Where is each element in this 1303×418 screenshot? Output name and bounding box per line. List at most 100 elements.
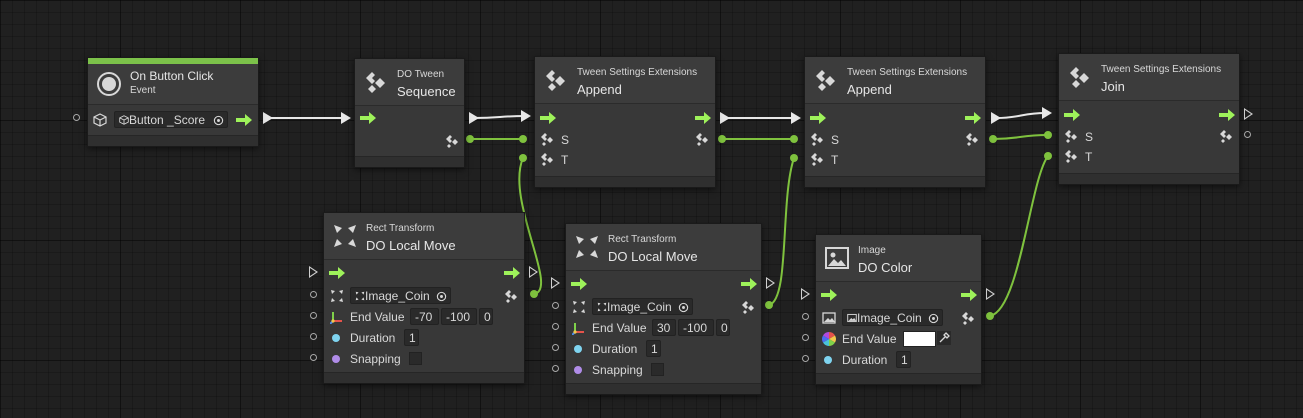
flow-in-arrow-icon[interactable] <box>821 289 837 301</box>
object-picker-icon[interactable] <box>436 291 447 302</box>
node-footer <box>324 372 524 383</box>
node-on-button-click[interactable]: On Button Click Event Button _Score <box>87 57 259 147</box>
input-port[interactable] <box>552 323 559 330</box>
eyedropper-icon[interactable] <box>937 331 951 345</box>
end-value-z[interactable]: 0 <box>716 319 730 336</box>
node-title: DO Local Move <box>608 249 698 264</box>
duration-field[interactable]: 1 <box>646 340 661 357</box>
end-value-x[interactable]: 30 <box>652 319 676 336</box>
input-port[interactable] <box>310 312 317 319</box>
node-append-2[interactable]: Tween Settings Extensions Append S T <box>804 56 986 188</box>
tween-input-icon[interactable] <box>1064 149 1078 163</box>
duration-label: Duration <box>842 353 888 367</box>
node-do-tween-sequence[interactable]: DO Tween Sequence <box>354 58 465 168</box>
input-port[interactable] <box>310 291 317 298</box>
node-footer <box>535 176 715 187</box>
flow-in-port[interactable] <box>801 288 810 300</box>
node-do-local-move-2[interactable]: Rect Transform DO Local Move Image_Coin … <box>565 223 762 395</box>
tween-input-icon[interactable] <box>540 132 554 146</box>
input-port[interactable] <box>802 313 809 320</box>
end-value-y[interactable]: -100 <box>441 308 477 325</box>
port-label-s: S <box>561 133 570 147</box>
flow-in-arrow-icon[interactable] <box>540 112 556 124</box>
snapping-label: Snapping <box>592 363 643 377</box>
tween-output-icon[interactable] <box>504 289 518 303</box>
port-label-t: T <box>1085 150 1093 164</box>
tween-output-icon[interactable] <box>445 134 459 148</box>
node-footer <box>1059 173 1239 184</box>
node-title: Append <box>847 82 892 97</box>
tween-output-icon[interactable] <box>741 300 755 314</box>
duration-field[interactable]: 1 <box>896 351 911 368</box>
flow-out-arrow-icon[interactable] <box>236 114 252 126</box>
flow-in-arrow-icon[interactable] <box>1064 109 1080 121</box>
node-footer <box>566 383 761 394</box>
move-icon <box>597 302 607 312</box>
snapping-checkbox[interactable] <box>409 352 422 365</box>
tween-input-icon[interactable] <box>810 132 824 146</box>
node-title: DO Color <box>858 260 913 275</box>
flow-out-arrow-icon[interactable] <box>741 278 757 290</box>
input-port[interactable] <box>310 333 317 340</box>
snapping-checkbox[interactable] <box>651 363 664 376</box>
snapping-port-dot <box>574 366 582 374</box>
input-port[interactable] <box>310 354 317 361</box>
flow-out-arrow-icon[interactable] <box>1219 109 1235 121</box>
cube-icon <box>119 115 129 125</box>
flow-in-port[interactable] <box>551 277 560 289</box>
target-field[interactable]: Image_Coin <box>592 298 693 315</box>
output-port[interactable] <box>1244 131 1251 138</box>
object-picker-icon[interactable] <box>678 302 689 313</box>
input-port[interactable] <box>802 334 809 341</box>
tween-output-icon[interactable] <box>961 311 975 325</box>
object-picker-icon[interactable] <box>213 115 224 126</box>
duration-field[interactable]: 1 <box>404 329 419 346</box>
input-port[interactable] <box>73 114 80 121</box>
flow-in-arrow-icon[interactable] <box>360 112 376 124</box>
flow-out-arrow-icon[interactable] <box>961 289 977 301</box>
node-do-local-move-1[interactable]: Rect Transform DO Local Move Image_Coin … <box>323 212 525 384</box>
target-field[interactable]: Image_Coin <box>350 287 451 304</box>
target-field[interactable]: Image_Coin <box>842 309 943 326</box>
flow-out-arrow-icon[interactable] <box>504 267 520 279</box>
flow-out-arrow-icon[interactable] <box>965 112 981 124</box>
flow-out-arrow-icon[interactable] <box>695 112 711 124</box>
input-port[interactable] <box>552 365 559 372</box>
tween-input-icon[interactable] <box>540 152 554 166</box>
flow-in-port[interactable] <box>309 266 318 278</box>
object-picker-icon[interactable] <box>928 313 939 324</box>
tween-icon <box>363 69 389 95</box>
port-label-t: T <box>831 153 839 167</box>
flow-out-port[interactable] <box>766 277 775 289</box>
snapping-port-dot <box>332 355 340 363</box>
event-bar <box>88 58 258 64</box>
duration-port-dot <box>574 345 582 353</box>
axis-icon <box>330 310 344 324</box>
node-subtitle: Tween Settings Extensions <box>1101 64 1222 75</box>
end-value-y[interactable]: -100 <box>678 319 714 336</box>
duration-port-dot <box>824 356 832 364</box>
target-value: Image_Coin <box>857 311 922 325</box>
node-join[interactable]: Tween Settings Extensions Join S T <box>1058 53 1240 185</box>
node-do-color[interactable]: Image DO Color Image_Coin End Value Dura… <box>815 234 982 385</box>
flow-out-port[interactable] <box>986 288 995 300</box>
node-footer <box>816 373 981 384</box>
input-port[interactable] <box>552 302 559 309</box>
tween-input-icon[interactable] <box>810 152 824 166</box>
input-port[interactable] <box>552 344 559 351</box>
node-append-1[interactable]: Tween Settings Extensions Append S T <box>534 56 716 188</box>
tween-output-icon[interactable] <box>695 132 709 146</box>
input-port[interactable] <box>802 355 809 362</box>
flow-in-arrow-icon[interactable] <box>329 267 345 279</box>
button-target-field[interactable]: Button _Score <box>114 111 228 128</box>
end-value-z[interactable]: 0 <box>479 308 493 325</box>
color-swatch[interactable] <box>903 331 936 347</box>
tween-output-icon[interactable] <box>965 132 979 146</box>
end-value-x[interactable]: -70 <box>410 308 439 325</box>
flow-out-port[interactable] <box>529 266 538 278</box>
flow-out-port[interactable] <box>1244 108 1253 120</box>
tween-output-icon[interactable] <box>1219 129 1233 143</box>
flow-in-arrow-icon[interactable] <box>571 278 587 290</box>
flow-in-arrow-icon[interactable] <box>810 112 826 124</box>
tween-input-icon[interactable] <box>1064 129 1078 143</box>
